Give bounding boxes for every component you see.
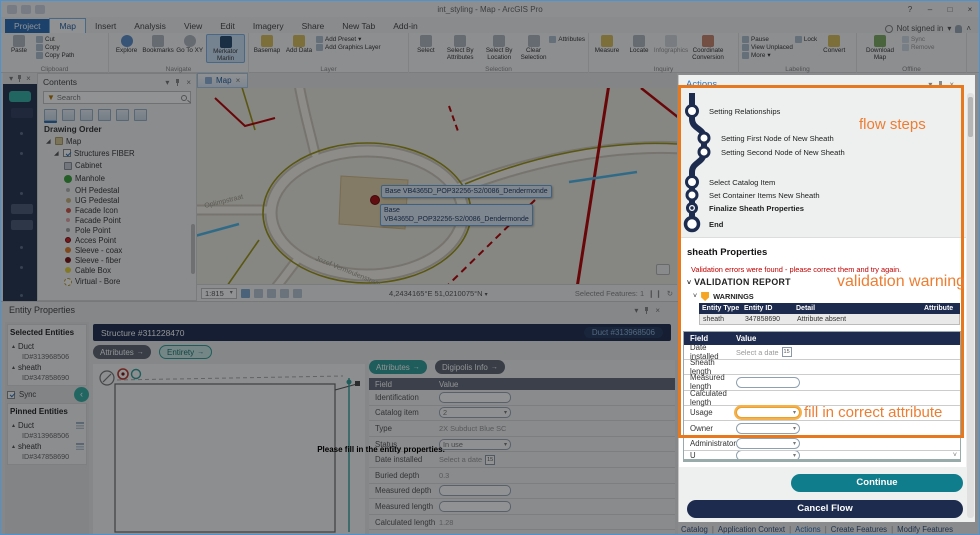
flow-step[interactable]: Setting Second Node of New Sheath (721, 148, 845, 157)
close-icon[interactable]: × (949, 80, 954, 89)
usage-select[interactable]: ▾ (736, 407, 800, 418)
warning-row[interactable]: sheath347858690Attribute absent (699, 314, 960, 325)
warnings-heading[interactable]: ˅WARNINGS (693, 292, 754, 301)
field-row-administrator: Administrator▾ (684, 436, 960, 451)
actions-title: Actions (686, 79, 717, 90)
administrator-select[interactable]: ▾ (736, 438, 800, 449)
flow-step[interactable]: Set Container Items New Sheath (709, 191, 820, 200)
flow-step-end[interactable]: End (709, 220, 723, 229)
calendar-icon[interactable]: 15 (782, 347, 792, 357)
arcgis-pro-window: int_styling - Map - ArcGIS Pro ? – □ × P… (0, 0, 980, 535)
owner-select[interactable]: ▾ (736, 423, 800, 434)
annotation-validation-warning: validation warning (837, 273, 965, 291)
sheath-fields-table: FieldValue Date installedSelect a date15… (683, 331, 961, 462)
actions-panel: Actions ▾ × Setting Relationships Setting… (678, 75, 975, 522)
annotation-flow-steps: flow steps (859, 116, 926, 133)
measured-length-input[interactable] (736, 377, 800, 388)
continue-button[interactable]: Continue (791, 474, 963, 492)
flow-step[interactable]: Setting First Node of New Sheath (721, 134, 834, 143)
flow-step[interactable]: Select Catalog Item (709, 178, 775, 187)
warning-shield-icon (701, 292, 709, 301)
scroll-down-icon[interactable]: ˅ (953, 452, 957, 459)
flow-step[interactable]: Setting Relationships (709, 107, 780, 116)
field-row-owner: Owner▾ (684, 421, 960, 436)
flow-step-current[interactable]: Finalize Sheath Properties (709, 204, 804, 213)
annotation-fill-attribute: fill in correct attribute (804, 404, 942, 421)
cancel-flow-button[interactable]: Cancel Flow (687, 500, 963, 518)
warnings-table: Entity TypeEntity IDDetailAttribute shea… (699, 303, 960, 325)
validation-report-heading[interactable]: ˅ VALIDATION REPORT (687, 277, 791, 287)
actions-scrollbar[interactable] (967, 93, 974, 518)
clipped-select[interactable]: ▾ (736, 451, 800, 461)
sheath-properties-heading: sheath Properties (687, 247, 767, 258)
field-row-clipped: U▾˅ (684, 451, 960, 461)
please-fill-message: Please fill in the entity properties. (301, 445, 461, 454)
pin-icon[interactable] (937, 81, 944, 88)
